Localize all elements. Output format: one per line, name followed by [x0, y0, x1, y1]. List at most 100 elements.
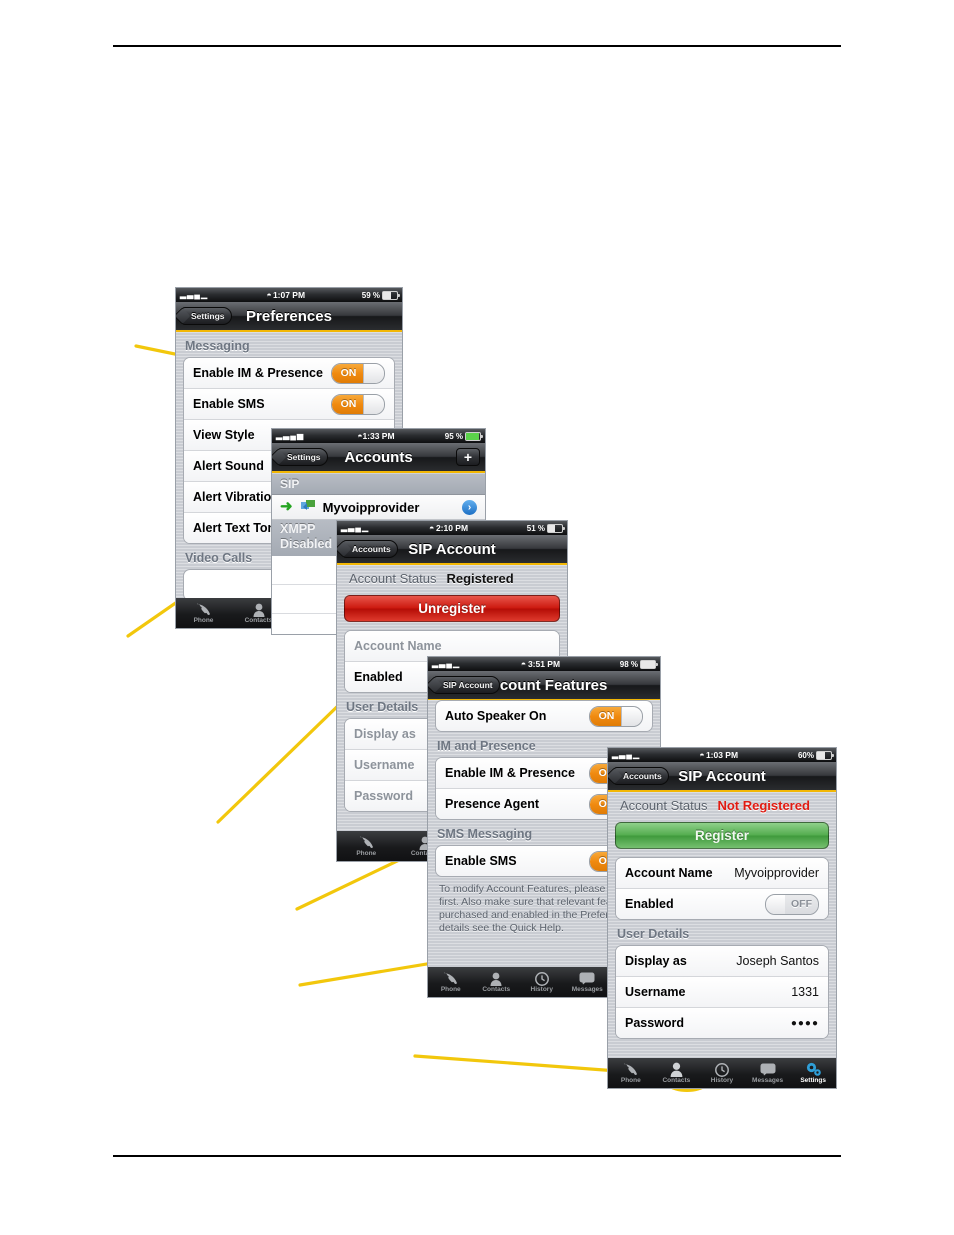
footer-rule [113, 1155, 841, 1157]
row-value: Myvoipprovider [734, 866, 819, 880]
account-status-label: Account Status [349, 571, 437, 586]
tab-phone[interactable]: Phone [428, 971, 474, 993]
screenshot-sip-account-not-registered: ▂▃▄▁ ◓ 1:03 PM 60% Accounts SIP Account … [608, 748, 836, 1088]
row-label: Display as [625, 954, 687, 968]
row-label: Username [625, 985, 686, 999]
tab-messages[interactable]: Messages [565, 971, 611, 993]
row-label: Enable SMS [445, 854, 517, 868]
toggle-auto-speaker-on[interactable]: ON [589, 705, 643, 727]
back-button-sip-account[interactable]: SIP Account [433, 676, 500, 694]
tab-label: Phone [440, 986, 461, 993]
status-bar: ▂▃▄▁ ◓ 1:03 PM 60% [608, 748, 836, 762]
sip-account-body: Account Status Not Registered Register A… [608, 792, 836, 1088]
battery-icon [640, 659, 658, 669]
row-label: Alert Vibration [193, 490, 279, 504]
row-value: ●●●● [790, 1017, 819, 1029]
toggle-knob [363, 394, 384, 414]
row-auto-speaker-on[interactable]: Auto Speaker On ON [436, 701, 652, 731]
contacts-icon [670, 1062, 683, 1077]
row-value: 1331 [791, 985, 819, 999]
nav-bar: Accounts SIP Account [337, 535, 567, 565]
row-label: Enabled [354, 670, 403, 684]
status-time: 1:03 PM [705, 750, 739, 760]
row-enable-sms[interactable]: Enable SMS ON [184, 389, 394, 420]
tab-label: Messages [752, 1077, 784, 1084]
back-button-accounts[interactable]: Accounts [613, 767, 669, 785]
register-button[interactable]: Register [615, 822, 829, 849]
disclosure-icon[interactable]: › [462, 499, 477, 515]
tab-bar: Phone Contacts History Messages [608, 1058, 836, 1088]
toggle-enable-sms[interactable]: ON [331, 393, 385, 415]
arrow-right-icon: ➜ [280, 498, 293, 515]
row-password[interactable]: Password ●●●● [616, 1008, 828, 1038]
account-group: Account Name Myvoipprovider Enabled OFF [615, 857, 829, 920]
row-display-as[interactable]: Display as Joseph Santos [616, 946, 828, 977]
status-bar: ▂▃▄▁ ◓ 1:07 PM 59 % [176, 288, 402, 302]
toggle-enabled[interactable]: OFF [765, 893, 819, 915]
tab-phone[interactable]: Phone [337, 835, 396, 857]
unregister-button[interactable]: Unregister [344, 595, 560, 622]
nav-bar: Settings Accounts + [272, 443, 485, 473]
row-label: Account Name [354, 639, 442, 653]
row-value: Joseph Santos [736, 954, 819, 968]
header-rule [113, 45, 841, 47]
row-label: Enable IM & Presence [445, 766, 575, 780]
nav-bar: Accounts SIP Account [608, 762, 836, 792]
account-status-line: Account Status Not Registered [608, 792, 836, 818]
back-button-settings[interactable]: Settings [181, 307, 232, 325]
tab-label: History [530, 986, 553, 993]
row-account-name[interactable]: Account Name Myvoipprovider [616, 858, 828, 889]
account-row-myvoipprovider[interactable]: ➜ Myvoipprovider › [272, 495, 485, 520]
tab-phone[interactable]: Phone [176, 602, 231, 624]
tab-label: Phone [356, 850, 377, 857]
section-sip: SIP [272, 473, 485, 495]
row-label: Alert Text Tone [193, 521, 283, 535]
contacts-icon [253, 602, 265, 617]
phone-icon [622, 1062, 639, 1077]
account-status-label: Account Status [620, 798, 708, 813]
tab-settings[interactable]: Settings [790, 1062, 836, 1084]
row-enabled[interactable]: Enabled OFF [616, 889, 828, 919]
battery-icon [816, 750, 834, 760]
status-bar: ▂▃▄▁ ◓ 3:51 PM 98 % [428, 657, 660, 671]
tab-messages[interactable]: Messages [745, 1062, 791, 1084]
tab-label: Contacts [244, 617, 273, 624]
nav-bar: SIP Account Account Features [428, 671, 660, 701]
tab-label: Contacts [662, 1077, 691, 1084]
tab-contacts[interactable]: Contacts [654, 1062, 700, 1084]
account-status-value: Not Registered [717, 798, 810, 813]
toggle-on-label: ON [332, 394, 365, 414]
toggle-enable-im-presence[interactable]: ON [331, 362, 385, 384]
messages-icon [760, 1062, 776, 1077]
sip-account-icon [300, 499, 316, 515]
auto-speaker-group: Auto Speaker On ON [435, 700, 653, 732]
status-time: 1:07 PM [272, 290, 306, 300]
row-label: Enabled [625, 897, 674, 911]
history-icon [715, 1062, 729, 1077]
settings-gear-icon [805, 1062, 822, 1077]
row-label: Auto Speaker On [445, 709, 547, 723]
nav-bar: Settings Preferences [176, 302, 402, 332]
toggle-off-label: OFF [785, 894, 818, 914]
toggle-on-label: ON [590, 706, 623, 726]
battery-icon [465, 431, 483, 441]
row-label: Password [625, 1016, 685, 1030]
status-time: 1:33 PM [362, 431, 395, 441]
row-label: View Style [193, 428, 255, 442]
tab-label: Messages [571, 986, 603, 993]
back-button-accounts[interactable]: Accounts [342, 540, 398, 558]
row-enable-im-presence[interactable]: Enable IM & Presence ON [184, 358, 394, 389]
tab-history[interactable]: History [519, 971, 565, 993]
row-username[interactable]: Username 1331 [616, 977, 828, 1008]
tab-phone[interactable]: Phone [608, 1062, 654, 1084]
account-status-line: Account Status Registered [337, 565, 567, 591]
row-label: Alert Sound [193, 459, 264, 473]
tab-history[interactable]: History [699, 1062, 745, 1084]
back-button-settings[interactable]: Settings [277, 448, 328, 466]
add-account-button[interactable]: + [455, 448, 480, 466]
row-label: Presence Agent [445, 797, 540, 811]
battery-icon [547, 523, 565, 533]
tab-label: Settings [800, 1077, 826, 1084]
tab-contacts[interactable]: Contacts [474, 971, 520, 993]
status-bar: ▂▃▄▁ ◓ 2:10 PM 51 % [337, 521, 567, 535]
